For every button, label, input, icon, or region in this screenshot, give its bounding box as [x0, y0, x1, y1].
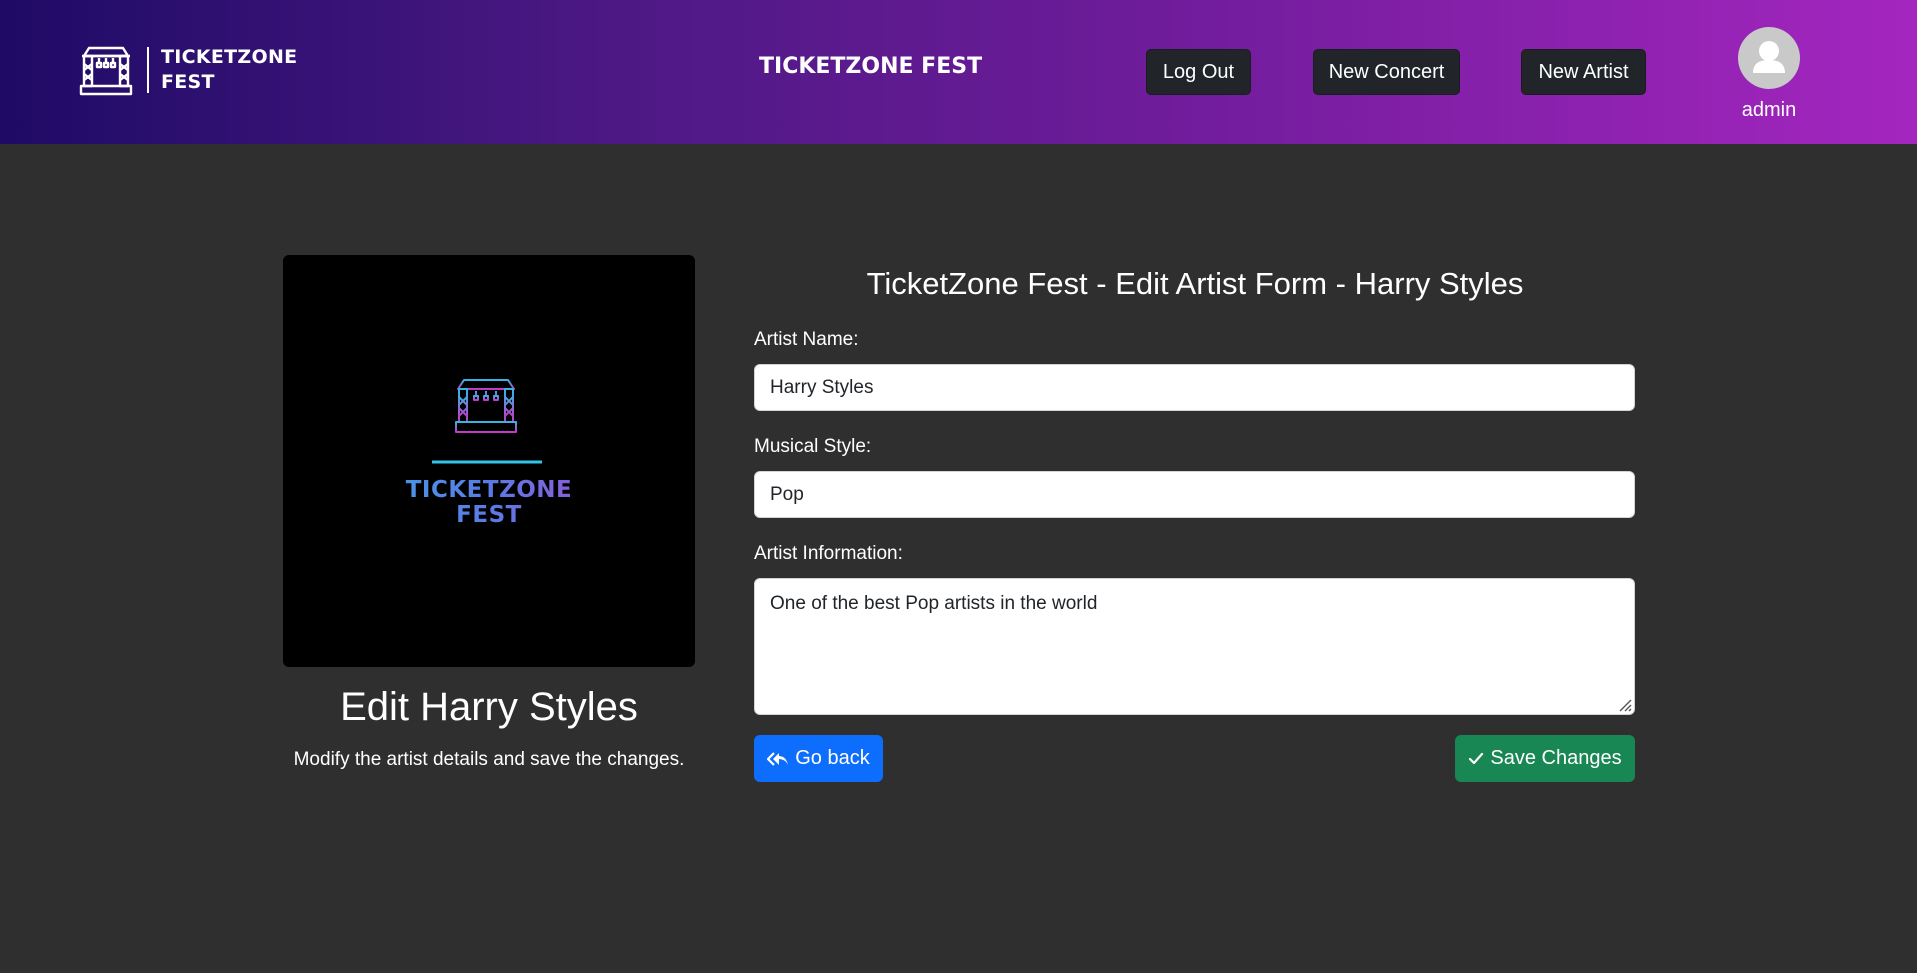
go-back-label: Go back — [795, 747, 870, 769]
musical-style-input[interactable] — [754, 471, 1635, 518]
save-changes-label: Save Changes — [1490, 747, 1622, 769]
artist-name-label: Artist Name: — [754, 329, 859, 350]
brand-line-2: FEST — [161, 71, 215, 93]
user-avatar-icon[interactable] — [1738, 27, 1800, 89]
edit-artist-heading: Edit Harry Styles — [340, 685, 638, 729]
header-title: TICKETZONE FEST — [759, 54, 983, 79]
reply-all-icon — [767, 751, 789, 766]
artist-info-textarea[interactable]: One of the best Pop artists in the world — [754, 578, 1635, 715]
logout-button[interactable]: Log Out — [1146, 49, 1251, 95]
go-back-button[interactable]: Go back — [754, 735, 883, 782]
artist-name-input[interactable] — [754, 364, 1635, 411]
stage-logo-icon — [432, 379, 542, 464]
brand-line-1: TICKETZONE — [161, 46, 298, 68]
top-navbar: TICKETZONE FEST TICKETZONE FEST Log Out … — [0, 0, 1917, 144]
form-title: TicketZone Fest - Edit Artist Form - Har… — [866, 266, 1524, 301]
logo-text-line-2: FEST — [283, 502, 695, 528]
logo-text-line-1: TICKETZONE — [283, 477, 695, 503]
musical-style-label: Musical Style: — [754, 436, 872, 457]
artist-image: TICKETZONE FEST — [283, 255, 695, 667]
new-artist-button[interactable]: New Artist — [1521, 49, 1646, 95]
brand-divider — [147, 47, 149, 93]
edit-artist-description: Modify the artist details and save the c… — [293, 749, 685, 770]
resize-handle-icon[interactable] — [1616, 696, 1632, 712]
check-icon — [1469, 752, 1484, 764]
brand-name: TICKETZONE FEST — [161, 45, 297, 95]
artist-info-label: Artist Information: — [754, 543, 903, 564]
new-concert-button[interactable]: New Concert — [1313, 49, 1460, 95]
save-changes-button[interactable]: Save Changes — [1455, 735, 1635, 782]
stage-icon — [79, 46, 133, 96]
username-label: admin — [1741, 99, 1797, 121]
brand-logo[interactable]: TICKETZONE FEST — [79, 44, 297, 96]
